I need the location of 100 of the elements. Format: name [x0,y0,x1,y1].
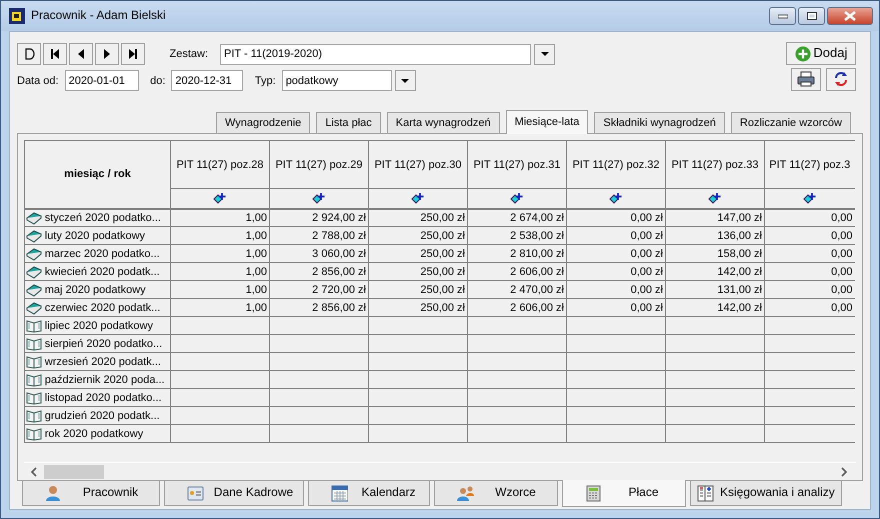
print-button[interactable] [790,68,820,91]
table-cell: 250,00 zł [368,244,468,262]
table-cell: 2 788,00 zł [270,226,368,244]
diamond-plus-icon [411,192,425,204]
bottom-tab[interactable]: Płace [562,480,686,507]
table-cell: 2 606,00 zł [468,298,566,316]
column-header: PIT 11(27) poz.31 [468,140,566,188]
row-label-text: maj 2020 podatkowy [44,282,146,298]
table-cell: 2 856,00 zł [270,262,368,280]
maximize-button[interactable] [798,7,825,25]
column-header: PIT 11(27) poz.3 [764,140,854,188]
row-label-text: lipiec 2020 podatkowy [44,318,153,334]
table-cell: 0,00 zł [566,298,666,316]
date-from-field[interactable]: 2020-01-01 [64,70,139,92]
first-record-icon [49,47,61,61]
last-record-button[interactable] [121,43,145,65]
minimize-icon [778,13,788,19]
table-cell: 0,00 [764,262,854,280]
minimize-button[interactable] [769,7,796,25]
people-icon [457,484,474,502]
table-cell: 131,00 zł [666,280,764,298]
dropdown-button[interactable] [534,44,556,64]
column-header: PIT 11(27) poz.32 [566,140,666,188]
column-header: PIT 11(27) poz.33 [666,140,764,188]
bottom-tab[interactable]: Kalendarz [308,481,430,506]
field-label: Zestaw: [170,46,208,62]
column-header: miesiąc / rok [24,140,170,208]
bottom-tab[interactable]: Pracownik [22,481,160,506]
column-header: PIT 11(27) poz.28 [170,140,270,188]
table-cell: 0,00 zł [566,226,666,244]
tab[interactable]: Wynagrodzenie [216,112,310,133]
row-label-text: grudzień 2020 podatk... [44,408,160,424]
table-cell: 158,00 zł [666,244,764,262]
row-label-text: sierpień 2020 podatko... [44,336,162,352]
tab[interactable]: Składniki wynagrodzeń [594,112,725,133]
table-cell: 250,00 zł [368,262,468,280]
tab[interactable]: Rozliczanie wzorców [730,112,851,133]
field-label: Typ: [254,74,276,88]
refresh-icon [833,71,849,88]
column-header: PIT 11(27) poz.29 [270,140,368,188]
plus-circle-icon [794,46,811,62]
set-combobox[interactable]: PIT - 11(2019-2020) [220,44,532,64]
dropdown-button[interactable] [394,70,416,92]
table-cell: 1,00 [170,298,270,316]
bottom-tab[interactable]: Dane Kadrowe [164,481,304,506]
diamond-plus-icon [213,192,227,204]
maximize-icon [806,12,816,20]
date-to-field[interactable]: 2020-12-31 [171,70,244,92]
diamond-plus-icon [510,192,524,204]
row-label-text: październik 2020 poda... [44,372,165,388]
window-title: Pracownik - Adam Bielski [31,8,167,24]
new-record-button[interactable] [17,43,41,65]
id-card-icon [187,484,204,502]
scroll-left-icon[interactable] [30,466,38,476]
table-cell: 1,00 [170,262,270,280]
table-cell: 1,00 [170,226,270,244]
table-cell: 2 810,00 zł [468,244,566,262]
tab[interactable]: Miesiące-lata [506,110,588,134]
app-icon [9,8,25,24]
table-cell: 0,00 [764,298,854,316]
bottom-tab[interactable]: Księgowania i analizy [690,481,842,506]
type-combobox[interactable]: podatkowy [282,70,392,92]
table-cell: 250,00 zł [368,298,468,316]
diamond-plus-icon [708,192,722,204]
row-label-text: wrzesień 2020 podatk... [44,354,161,370]
table-cell: 2 606,00 zł [468,262,566,280]
calculator-icon [585,484,602,502]
close-icon [844,11,856,21]
new-record-icon [23,47,35,61]
refresh-button[interactable] [826,68,856,91]
close-button[interactable] [827,7,873,25]
scroll-right-icon[interactable] [840,466,848,476]
previous-record-button[interactable] [69,43,93,65]
row-label-text: styczeń 2020 podatko... [44,210,161,226]
table-cell: 0,00 [764,226,854,244]
table-cell: 0,00 [764,244,854,262]
table-cell: 1,00 [170,280,270,298]
first-record-button[interactable] [43,43,67,65]
tab[interactable]: Karta wynagrodzeń [386,112,500,133]
add-button[interactable]: Dodaj [786,42,856,65]
tab[interactable]: Lista płac [316,112,381,133]
row-label-text: listopad 2020 podatko... [44,390,162,406]
ledger-icon [697,484,714,502]
diamond-plus-icon [312,192,326,204]
row-label-text: rok 2020 podatkowy [44,426,144,442]
scrollbar-thumb[interactable] [44,464,104,478]
field-label: do: [150,74,166,88]
table-cell: 2 538,00 zł [468,226,566,244]
table-cell: 3 060,00 zł [270,244,368,262]
last-record-icon [127,47,139,61]
table-cell: 136,00 zł [666,226,764,244]
next-record-button[interactable] [95,43,119,65]
row-label-text: czerwiec 2020 podatk... [44,300,160,316]
person-icon [45,484,62,502]
table-cell: 142,00 zł [666,262,764,280]
table-cell: 142,00 zł [666,298,764,316]
table-cell: 0,00 zł [566,262,666,280]
table-cell: 2 470,00 zł [468,280,566,298]
bottom-tab[interactable]: Wzorce [434,481,558,506]
table-cell: 0,00 [764,280,854,298]
